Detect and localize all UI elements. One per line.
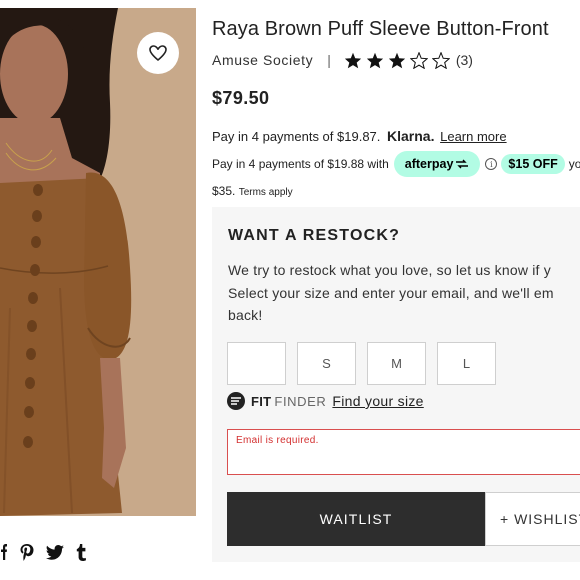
review-count[interactable]: (3) [456, 52, 473, 68]
fit-finder-icon [227, 392, 245, 410]
fit-finder-logo: FIT [251, 393, 272, 409]
klarna-text: Pay in 4 payments of $19.87. [212, 129, 381, 144]
terms-amount: $35. [212, 184, 236, 198]
fit-finder: FIT FINDER Find your size [227, 391, 424, 411]
twitter-icon[interactable] [46, 544, 64, 560]
afterpay-offer-badge: $15 OFF [501, 154, 565, 174]
info-icon[interactable]: i [485, 158, 498, 170]
email-input[interactable] [236, 450, 566, 470]
pinterest-icon[interactable] [20, 543, 34, 561]
size-options: S M L [227, 342, 496, 385]
rating-stars[interactable] [344, 51, 450, 69]
fit-finder-sub: FINDER [274, 393, 327, 409]
klarna-logo: Klarna. [387, 128, 435, 144]
afterpay-tail-text: yo [568, 157, 580, 171]
product-title: Raya Brown Puff Sleeve Button-Front [212, 18, 549, 40]
star-filled-icon [344, 52, 361, 68]
waitlist-button[interactable]: WAITLIST [227, 492, 485, 546]
afterpay-logo-text: afterpay [404, 157, 454, 171]
restock-heading: WANT A RESTOCK? [228, 227, 401, 244]
restock-card: WANT A RESTOCK? We try to restock what y… [212, 207, 580, 562]
product-info: Raya Brown Puff Sleeve Button-Front Amus… [212, 0, 580, 580]
afterpay-arrows-icon [456, 159, 469, 169]
social-share [0, 540, 86, 564]
product-price: $79.50 [212, 88, 270, 108]
restock-line: We try to restock what you love, so let … [228, 262, 551, 278]
restock-line: Select your size and enter your email, a… [228, 284, 554, 301]
tumblr-icon[interactable] [76, 543, 86, 561]
star-empty-icon [431, 51, 450, 69]
star-filled-icon [388, 52, 405, 68]
restock-description: We try to restock what you love, so let … [228, 259, 580, 327]
terms-apply-link[interactable]: Terms apply [239, 187, 293, 198]
product-image[interactable] [0, 8, 196, 516]
separator: | [327, 52, 331, 68]
size-option-blank[interactable] [227, 342, 286, 385]
size-option-s[interactable]: S [297, 342, 356, 385]
email-field-container: Email is required. [227, 429, 580, 475]
wishlist-heart-button[interactable] [137, 32, 179, 74]
heart-icon [149, 45, 167, 61]
restock-line: back! [228, 307, 263, 323]
facebook-icon[interactable] [0, 544, 8, 560]
klarna-learn-more-link[interactable]: Learn more [440, 129, 506, 144]
afterpay-text: Pay in 4 payments of $19.88 with [212, 157, 389, 171]
brand-rating-row: Amuse Society | (3) [212, 50, 473, 70]
brand-link[interactable]: Amuse Society [212, 52, 313, 68]
afterpay-logo[interactable]: afterpay [393, 151, 481, 177]
afterpay-terms: $35. Terms apply [212, 184, 293, 198]
restock-actions: WAITLIST + WISHLIST [227, 492, 580, 546]
size-option-m[interactable]: M [367, 342, 426, 385]
star-empty-icon [409, 51, 428, 69]
star-filled-icon [366, 52, 383, 68]
add-to-wishlist-button[interactable]: + WISHLIST [485, 492, 580, 546]
email-error-message: Email is required. [236, 435, 319, 446]
afterpay-message: Pay in 4 payments of $19.88 with afterpa… [212, 150, 580, 178]
size-option-l[interactable]: L [437, 342, 496, 385]
find-your-size-link[interactable]: Find your size [332, 393, 423, 409]
klarna-message: Pay in 4 payments of $19.87. Klarna. Lea… [212, 128, 507, 144]
